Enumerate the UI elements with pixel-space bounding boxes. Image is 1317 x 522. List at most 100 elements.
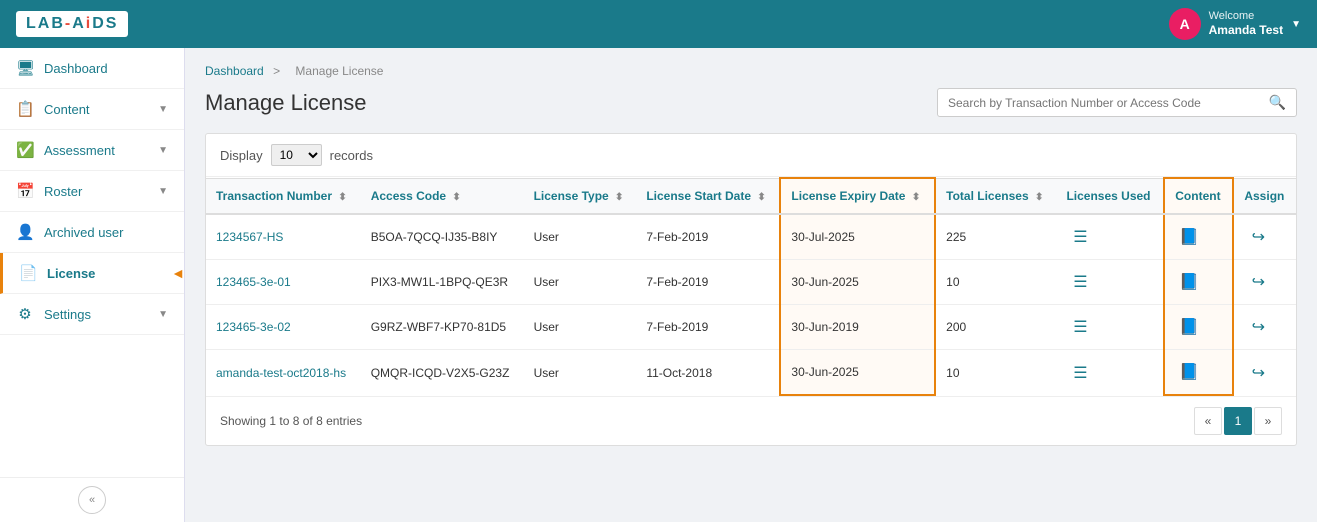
sort-type-icon: ⬍ — [615, 192, 623, 203]
sidebar-item-settings[interactable]: ⚙ Settings ▼ — [0, 294, 184, 335]
cell-license-type-2: User — [524, 305, 637, 350]
col-header-licenses-used: Licenses Used — [1056, 178, 1164, 214]
pagination-next[interactable]: » — [1254, 407, 1282, 435]
welcome-label: Welcome — [1209, 9, 1283, 23]
display-label: Display — [220, 148, 263, 163]
sort-access-icon: ⬍ — [452, 192, 460, 203]
cell-licenses-used-3: ☰ — [1056, 350, 1164, 396]
pagination-prev[interactable]: « — [1194, 407, 1222, 435]
records-label: records — [330, 148, 373, 163]
page-title: Manage License — [205, 90, 366, 116]
settings-arrow-icon: ▼ — [158, 309, 168, 320]
main-content: Dashboard > Manage License Manage Licens… — [185, 48, 1317, 522]
cell-access-code-3: QMQR-ICQD-V2X5-G23Z — [361, 350, 524, 396]
sidebar-label-content: Content — [44, 102, 148, 117]
search-input[interactable] — [948, 96, 1261, 110]
table-row: 123465-3e-01 PIX3-MW1L-1BPQ-QE3R User 7-… — [206, 260, 1296, 305]
cell-license-type-3: User — [524, 350, 637, 396]
content-icon-1[interactable]: 📘 — [1175, 270, 1203, 294]
cell-total-licenses-2: 200 — [935, 305, 1056, 350]
sidebar-label-assessment: Assessment — [44, 143, 148, 158]
sidebar-item-license[interactable]: 📄 License — [0, 253, 184, 294]
cell-start-date-1: 7-Feb-2019 — [636, 260, 780, 305]
pagination: « 1 » — [1194, 407, 1282, 435]
licenses-used-icon-1[interactable]: ☰ — [1066, 270, 1094, 294]
license-table: Transaction Number ⬍ Access Code ⬍ Licen… — [206, 177, 1296, 396]
page-header: Manage License 🔍 — [205, 88, 1297, 117]
breadcrumb: Dashboard > Manage License — [205, 64, 1297, 78]
sort-expiry-icon: ⬍ — [912, 192, 920, 203]
sort-start-icon: ⬍ — [757, 192, 765, 203]
sort-transaction-icon: ⬍ — [338, 192, 346, 203]
layout: 🖥 Dashboard 📋 Content ▼ ✅ Assessment ▼ 📅… — [0, 48, 1317, 522]
col-header-license-type[interactable]: License Type ⬍ — [524, 178, 637, 214]
avatar: A — [1169, 8, 1201, 40]
table-row: amanda-test-oct2018-hs QMQR-ICQD-V2X5-G2… — [206, 350, 1296, 396]
sidebar-collapse: « — [0, 477, 184, 522]
cell-start-date-2: 7-Feb-2019 — [636, 305, 780, 350]
sidebar-label-roster: Roster — [44, 184, 148, 199]
col-header-start-date[interactable]: License Start Date ⬍ — [636, 178, 780, 214]
search-box: 🔍 — [937, 88, 1297, 117]
records-per-page-select[interactable]: 10 25 50 100 — [271, 144, 322, 166]
cell-start-date-3: 11-Oct-2018 — [636, 350, 780, 396]
cell-license-type-0: User — [524, 214, 637, 260]
logo: LAB-AiDS — [16, 11, 128, 37]
cell-licenses-used-2: ☰ — [1056, 305, 1164, 350]
col-header-transaction[interactable]: Transaction Number ⬍ — [206, 178, 361, 214]
cell-access-code-1: PIX3-MW1L-1BPQ-QE3R — [361, 260, 524, 305]
licenses-used-icon-3[interactable]: ☰ — [1066, 361, 1094, 385]
sidebar-item-archived-user[interactable]: 👤 Archived user — [0, 212, 184, 253]
cell-assign-2: ↪ — [1233, 305, 1296, 350]
content-icon-2[interactable]: 📘 — [1175, 315, 1203, 339]
table-container: Display 10 25 50 100 records Transaction… — [205, 133, 1297, 446]
cell-expiry-date-2: 30-Jun-2019 — [780, 305, 935, 350]
content-icon-3[interactable]: 📘 — [1175, 360, 1203, 384]
user-dropdown-icon[interactable]: ▼ — [1291, 19, 1301, 30]
user-menu[interactable]: A Welcome Amanda Test ▼ — [1169, 8, 1301, 40]
cell-expiry-date-3: 30-Jun-2025 — [780, 350, 935, 396]
roster-arrow-icon: ▼ — [158, 186, 168, 197]
header: LAB-AiDS A Welcome Amanda Test ▼ — [0, 0, 1317, 48]
pagination-current[interactable]: 1 — [1224, 407, 1252, 435]
user-name: Amanda Test — [1209, 23, 1283, 39]
col-header-assign: Assign — [1233, 178, 1296, 214]
sidebar-label-license: License — [47, 266, 168, 281]
assign-icon-1[interactable]: ↪ — [1244, 270, 1272, 294]
col-header-access-code[interactable]: Access Code ⬍ — [361, 178, 524, 214]
table-row: 123465-3e-02 G9RZ-WBF7-KP70-81D5 User 7-… — [206, 305, 1296, 350]
cell-total-licenses-0: 225 — [935, 214, 1056, 260]
archived-user-icon: 👤 — [16, 223, 34, 241]
breadcrumb-home[interactable]: Dashboard — [205, 64, 264, 78]
sidebar: 🖥 Dashboard 📋 Content ▼ ✅ Assessment ▼ 📅… — [0, 48, 185, 522]
sidebar-item-assessment[interactable]: ✅ Assessment ▼ — [0, 130, 184, 171]
licenses-used-icon-2[interactable]: ☰ — [1066, 315, 1094, 339]
table-footer: Showing 1 to 8 of 8 entries « 1 » — [206, 396, 1296, 445]
assign-icon-3[interactable]: ↪ — [1244, 361, 1272, 385]
cell-access-code-2: G9RZ-WBF7-KP70-81D5 — [361, 305, 524, 350]
cell-assign-0: ↪ — [1233, 214, 1296, 260]
sidebar-item-roster[interactable]: 📅 Roster ▼ — [0, 171, 184, 212]
assign-icon-2[interactable]: ↪ — [1244, 315, 1272, 339]
sidebar-item-content[interactable]: 📋 Content ▼ — [0, 89, 184, 130]
assessment-arrow-icon: ▼ — [158, 145, 168, 156]
license-icon: 📄 — [19, 264, 37, 282]
col-header-total-licenses[interactable]: Total Licenses ⬍ — [935, 178, 1056, 214]
cell-total-licenses-1: 10 — [935, 260, 1056, 305]
col-header-expiry-date[interactable]: License Expiry Date ⬍ — [780, 178, 935, 214]
assessment-icon: ✅ — [16, 141, 34, 159]
cell-transaction-0: 1234567-HS — [206, 214, 361, 260]
assign-icon-0[interactable]: ↪ — [1244, 225, 1272, 249]
collapse-button[interactable]: « — [78, 486, 106, 514]
cell-license-type-1: User — [524, 260, 637, 305]
cell-assign-1: ↪ — [1233, 260, 1296, 305]
cell-expiry-date-1: 30-Jun-2025 — [780, 260, 935, 305]
table-header-row: Transaction Number ⬍ Access Code ⬍ Licen… — [206, 178, 1296, 214]
cell-total-licenses-3: 10 — [935, 350, 1056, 396]
sidebar-item-dashboard[interactable]: 🖥 Dashboard — [0, 48, 184, 89]
showing-entries: Showing 1 to 8 of 8 entries — [220, 414, 362, 428]
licenses-used-icon-0[interactable]: ☰ — [1066, 225, 1094, 249]
sidebar-label-dashboard: Dashboard — [44, 61, 168, 76]
content-icon-0[interactable]: 📘 — [1175, 225, 1203, 249]
cell-licenses-used-0: ☰ — [1056, 214, 1164, 260]
